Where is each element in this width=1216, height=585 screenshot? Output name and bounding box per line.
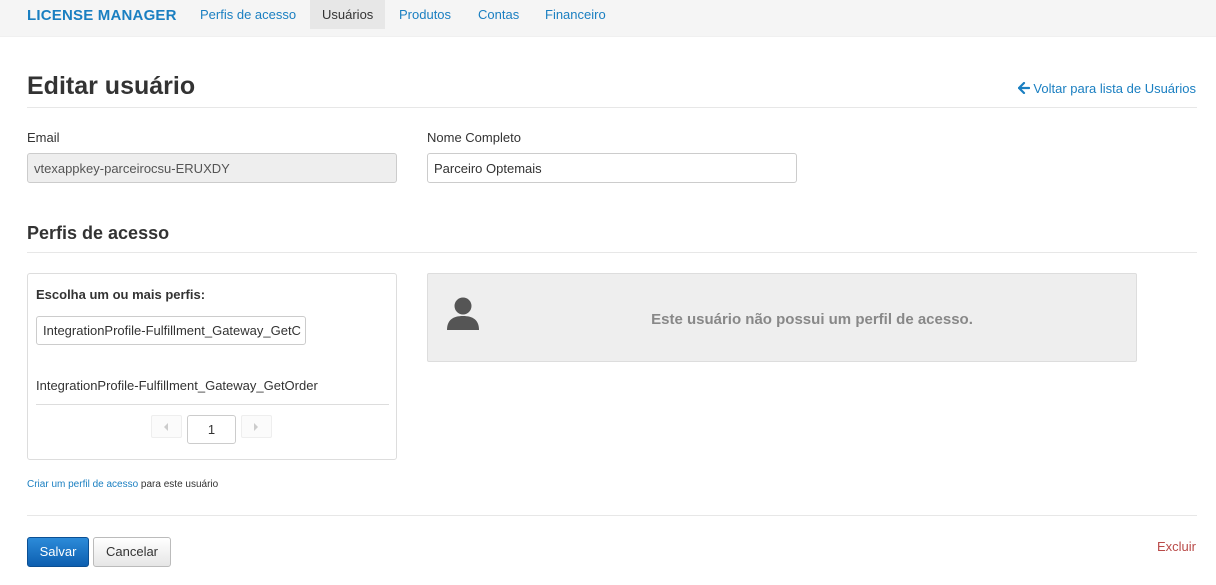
nav-item-contas[interactable]: Contas [466, 0, 531, 29]
back-to-users-link[interactable]: Voltar para lista de Usuários [1018, 81, 1196, 96]
footer-divider [27, 515, 1197, 516]
create-profile-link[interactable]: Criar um perfil de acesso [27, 479, 138, 490]
profile-search-input[interactable]: IntegrationProfile-Fulfillment_Gateway_G… [36, 316, 306, 345]
nav-item-perfis-de-acesso[interactable]: Perfis de acesso [188, 0, 308, 29]
full-name-label: Nome Completo [427, 130, 521, 145]
chevron-right-icon [254, 423, 258, 431]
choose-profiles-label: Escolha um ou mais perfis: [36, 287, 206, 302]
top-navbar: LICENSE MANAGER Perfis de acesso Usuário… [0, 0, 1216, 37]
pager-prev-button[interactable] [151, 415, 182, 438]
email-label: Email [27, 130, 60, 145]
profile-picker: Escolha um ou mais perfis: IntegrationPr… [27, 273, 397, 460]
cancel-button[interactable]: Cancelar [93, 537, 171, 567]
nav-item-financeiro[interactable]: Financeiro [533, 0, 618, 29]
no-profile-message: Este usuário não possui um perfil de ace… [651, 311, 973, 328]
nav-item-produtos[interactable]: Produtos [387, 0, 463, 29]
save-button[interactable]: Salvar [27, 537, 89, 567]
back-link-label: Voltar para lista de Usuários [1033, 81, 1196, 96]
profile-option[interactable]: IntegrationProfile-Fulfillment_Gateway_G… [36, 378, 318, 393]
header-divider [27, 107, 1197, 108]
pager-next-button[interactable] [241, 415, 272, 438]
picker-divider [36, 404, 389, 405]
create-profile-suffix: para este usuário [138, 479, 219, 490]
pager-current-page[interactable]: 1 [187, 415, 236, 444]
page-title: Editar usuário [27, 72, 196, 100]
chevron-left-icon [164, 423, 168, 431]
section-divider [27, 252, 1197, 253]
full-name-field[interactable] [427, 153, 797, 183]
brand-logo[interactable]: LICENSE MANAGER [27, 7, 177, 24]
section-title-perfis: Perfis de acesso [27, 223, 170, 243]
create-profile-hint: Criar um perfil de acesso para este usuá… [27, 479, 218, 490]
email-field [27, 153, 397, 183]
nav-item-usuarios[interactable]: Usuários [310, 0, 386, 29]
no-profile-panel: Este usuário não possui um perfil de ace… [427, 273, 1137, 362]
arrow-left-icon [1018, 82, 1031, 94]
delete-link[interactable]: Excluir [1157, 539, 1196, 554]
